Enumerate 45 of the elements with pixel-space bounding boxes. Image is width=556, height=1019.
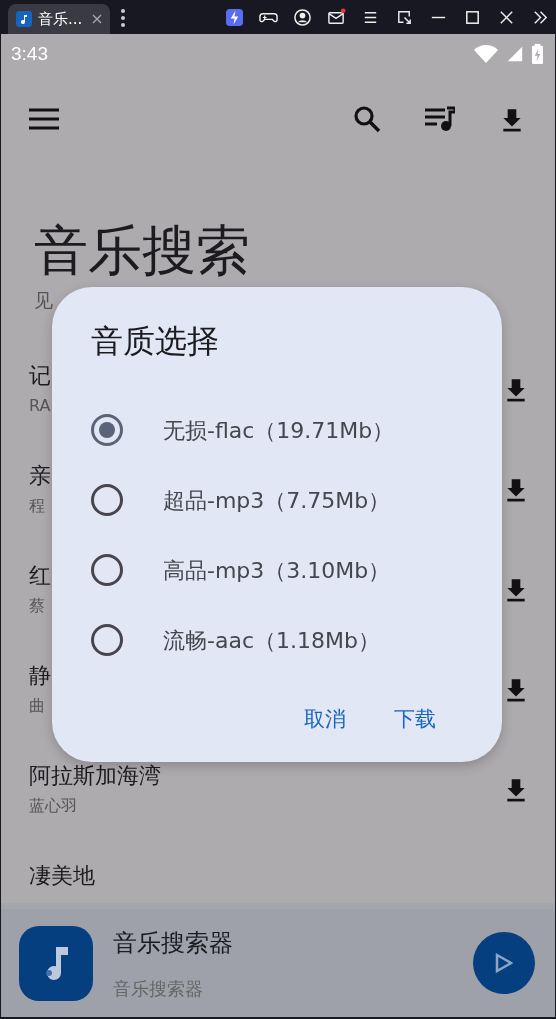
- option-label: 流畅-aac（1.18Mb）: [163, 626, 380, 655]
- dialog-title: 音质选择: [91, 321, 220, 362]
- dialog-button[interactable]: 取消: [300, 700, 350, 740]
- option-label: 超品-mp3（7.75Mb）: [163, 486, 391, 515]
- song-title: 亲: [29, 461, 51, 490]
- maximize-icon[interactable]: [463, 8, 482, 27]
- menu-icon[interactable]: [29, 108, 59, 130]
- browser-tab[interactable]: 音乐...: [8, 4, 110, 34]
- radio-button[interactable]: [91, 414, 123, 446]
- page-title: 音乐搜索: [33, 218, 251, 284]
- search-icon[interactable]: [353, 105, 381, 133]
- close-icon[interactable]: [497, 8, 516, 27]
- option-label: 高品-mp3（3.10Mb）: [163, 556, 391, 585]
- song-title: 凄美地: [29, 861, 95, 890]
- option-label: 无损-flac（19.71Mb）: [163, 416, 395, 445]
- account-icon[interactable]: [293, 8, 312, 27]
- player-title: 音乐搜索器: [113, 927, 233, 959]
- player-subtitle: 音乐搜索器: [113, 976, 204, 1001]
- song-artist: RA: [29, 395, 51, 418]
- signal-icon: [506, 45, 524, 63]
- play-icon: [495, 953, 513, 973]
- mail-icon[interactable]: [327, 8, 346, 27]
- song-title: 记: [29, 361, 51, 390]
- song-artist: 蔡: [29, 595, 45, 618]
- app-icon: [16, 11, 32, 27]
- page-subtitle: 见: [33, 288, 54, 314]
- song-title: 阿拉斯加海湾: [29, 761, 161, 790]
- song-title: 静: [29, 661, 51, 690]
- resize-icon[interactable]: [395, 8, 414, 27]
- wifi-icon: [474, 44, 498, 64]
- playlist-icon[interactable]: [425, 106, 455, 132]
- tab-title: 音乐...: [38, 8, 83, 30]
- bolt-icon[interactable]: [225, 8, 244, 27]
- radio-button[interactable]: [91, 484, 123, 516]
- song-title: 红: [29, 561, 51, 590]
- status-time: 3:43: [11, 41, 48, 66]
- song-artist: 蓝心羽: [29, 795, 77, 818]
- radio-button[interactable]: [91, 624, 123, 656]
- more-icon[interactable]: [120, 8, 126, 28]
- song-artist: 程: [29, 495, 45, 518]
- chevrons-icon[interactable]: [531, 8, 550, 27]
- battery-icon: [532, 43, 543, 65]
- song-artist: 曲: [29, 695, 45, 718]
- dialog-button[interactable]: 下载: [390, 700, 440, 740]
- radio-button[interactable]: [91, 554, 123, 586]
